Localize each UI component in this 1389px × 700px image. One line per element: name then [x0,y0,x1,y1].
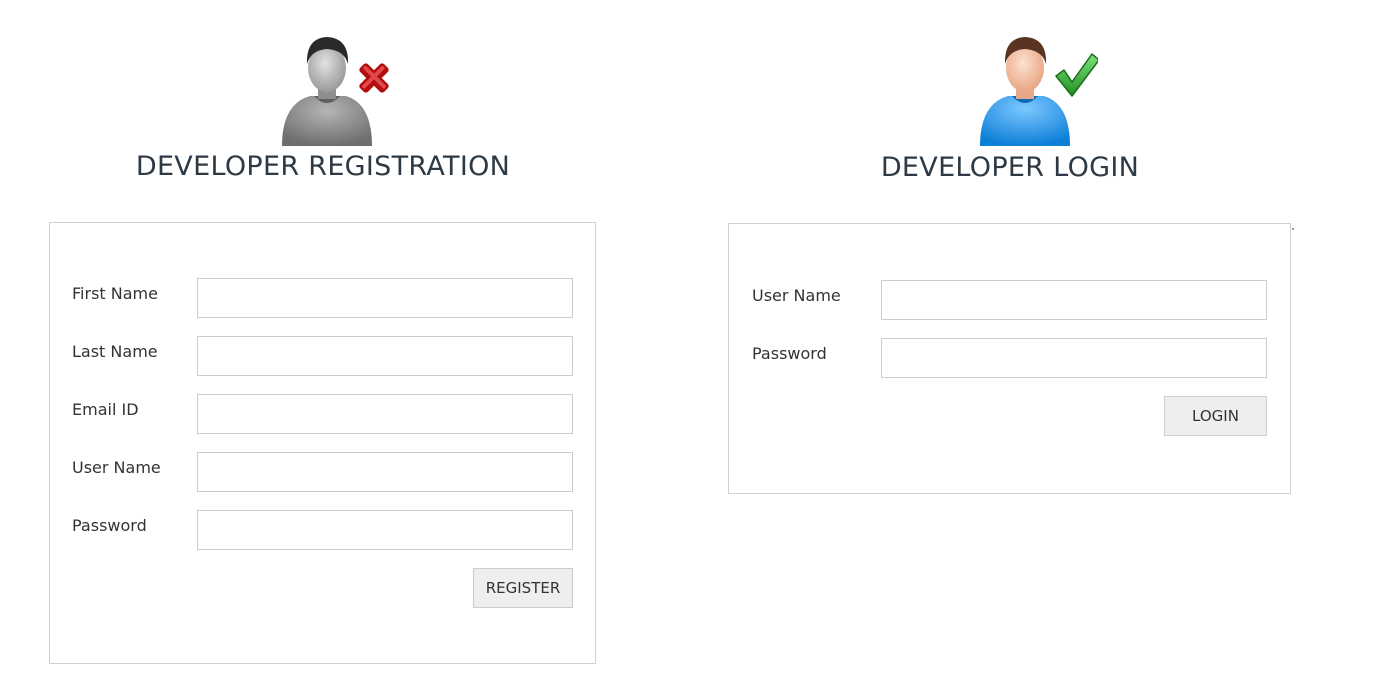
first-name-input[interactable] [197,278,573,318]
user-check-icon [968,32,1098,152]
stray-dot [1292,228,1294,230]
first-name-label: First Name [72,284,158,303]
login-password-input[interactable] [881,338,1267,378]
register-password-input[interactable] [197,510,573,550]
last-name-input[interactable] [197,336,573,376]
registration-form: First Name Last Name Email ID User Name … [49,222,596,664]
login-title: DEVELOPER LOGIN [880,152,1140,183]
login-form: User Name Password LOGIN [728,223,1291,494]
email-id-input[interactable] [197,394,573,434]
last-name-label: Last Name [72,342,158,361]
login-password-label: Password [752,344,827,363]
register-username-label: User Name [72,458,161,477]
user-remove-icon [270,32,400,152]
login-button[interactable]: LOGIN [1164,396,1267,436]
register-button[interactable]: REGISTER [473,568,573,608]
login-username-label: User Name [752,286,841,305]
email-id-label: Email ID [72,400,139,419]
login-username-input[interactable] [881,280,1267,320]
register-username-input[interactable] [197,452,573,492]
registration-title: DEVELOPER REGISTRATION [135,151,511,182]
register-password-label: Password [72,516,147,535]
